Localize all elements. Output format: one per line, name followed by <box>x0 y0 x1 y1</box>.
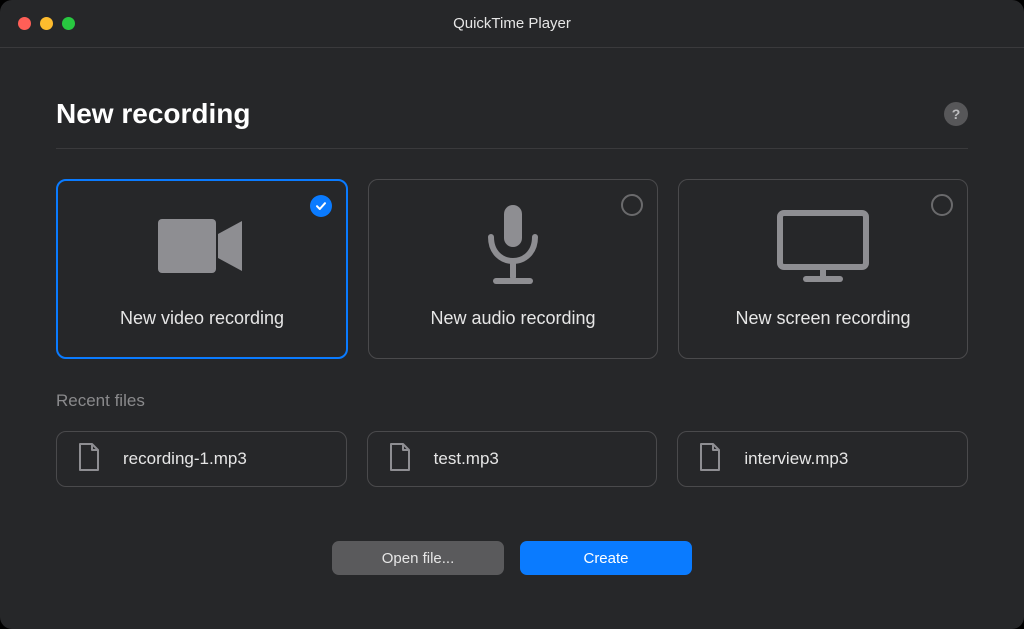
option-audio-recording[interactable]: New audio recording <box>368 179 658 359</box>
recent-files-label: Recent files <box>56 391 968 411</box>
recent-file-item[interactable]: test.mp3 <box>367 431 658 487</box>
open-file-button[interactable]: Open file... <box>332 541 504 575</box>
recent-file-item[interactable]: interview.mp3 <box>677 431 968 487</box>
help-icon: ? <box>952 106 961 122</box>
header-row: New recording ? <box>56 98 968 149</box>
option-label: New audio recording <box>430 308 595 329</box>
page-title: New recording <box>56 98 250 130</box>
monitor-icon <box>776 210 870 282</box>
radio-unselected-icon <box>621 194 643 216</box>
option-video-recording[interactable]: New video recording <box>56 179 348 359</box>
file-icon <box>698 442 722 477</box>
create-button[interactable]: Create <box>520 541 692 575</box>
radio-selected-icon <box>310 195 332 217</box>
footer-actions: Open file... Create <box>56 541 968 575</box>
traffic-lights <box>18 17 75 30</box>
close-window-button[interactable] <box>18 17 31 30</box>
video-camera-icon <box>158 210 246 282</box>
radio-unselected-icon <box>931 194 953 216</box>
recent-files-list: recording-1.mp3 test.mp3 interview.mp3 <box>56 431 968 487</box>
file-name: recording-1.mp3 <box>123 449 247 469</box>
maximize-window-button[interactable] <box>62 17 75 30</box>
window-title: QuickTime Player <box>0 15 1024 32</box>
file-name: test.mp3 <box>434 449 499 469</box>
file-icon <box>77 442 101 477</box>
file-name: interview.mp3 <box>744 449 848 469</box>
file-icon <box>388 442 412 477</box>
option-screen-recording[interactable]: New screen recording <box>678 179 968 359</box>
recent-file-item[interactable]: recording-1.mp3 <box>56 431 347 487</box>
content-area: New recording ? New video recording <box>0 48 1024 629</box>
minimize-window-button[interactable] <box>40 17 53 30</box>
microphone-icon <box>482 210 544 282</box>
option-label: New video recording <box>120 308 284 329</box>
option-label: New screen recording <box>735 308 910 329</box>
recording-options: New video recording New audio recording <box>56 179 968 359</box>
help-button[interactable]: ? <box>944 102 968 126</box>
titlebar: QuickTime Player <box>0 0 1024 48</box>
app-window: QuickTime Player New recording ? <box>0 0 1024 629</box>
